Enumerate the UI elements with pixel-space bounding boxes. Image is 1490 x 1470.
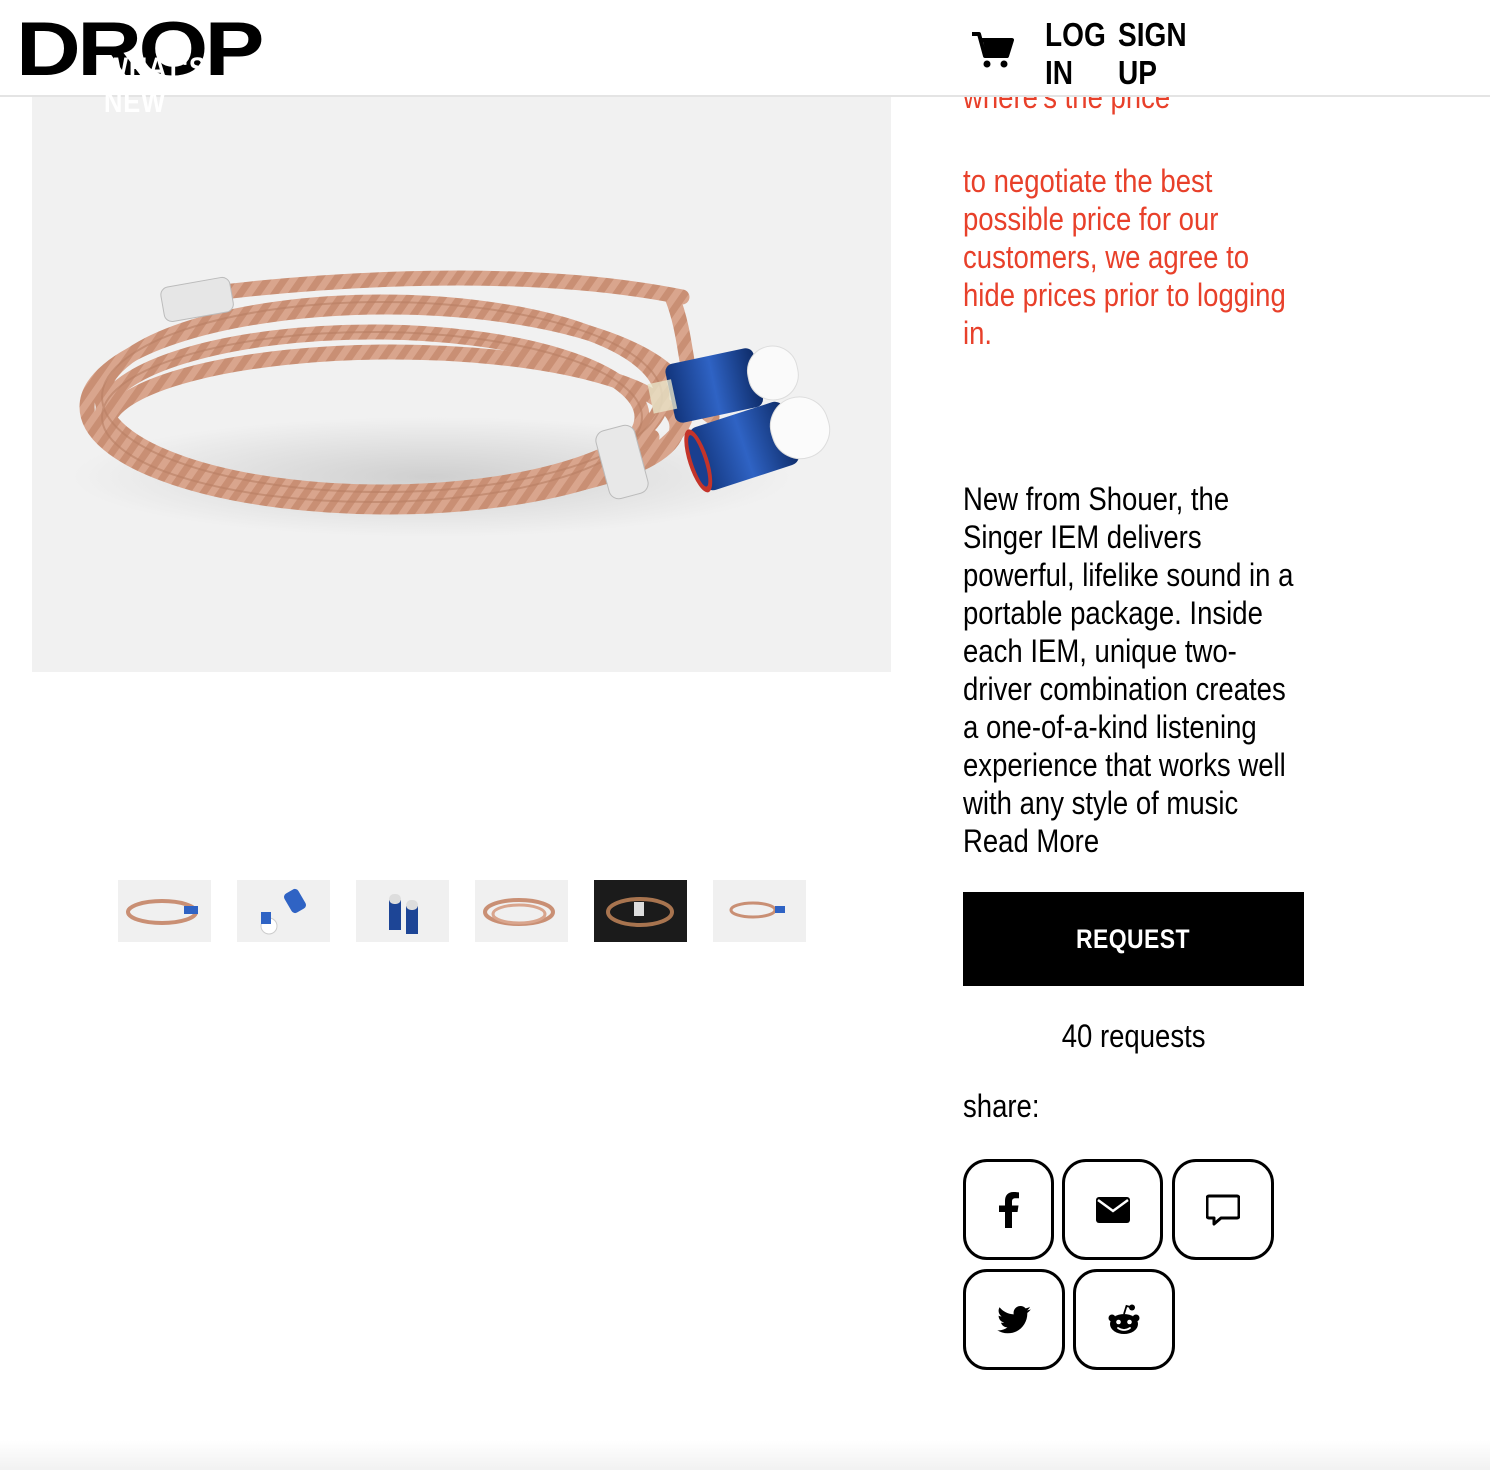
drop-logo[interactable]: DROP WHAT'S NEW [16,10,306,120]
reddit-icon [1108,1304,1140,1334]
product-main-image[interactable] [32,97,891,672]
facebook-icon [998,1191,1019,1228]
thumbnail-3[interactable] [356,880,449,942]
product-illustration [72,270,831,537]
site-header: DROP WHAT'S NEW LOG IN SIGN UP [0,0,1490,120]
twitter-icon [997,1305,1031,1333]
request-button[interactable]: REQUEST [963,892,1304,986]
thumbnail-4[interactable] [475,880,568,942]
product-description: New from Shouer, the Singer IEM delivers… [963,481,1294,859]
signup-link[interactable]: SIGN UP [1118,16,1187,92]
share-email-button[interactable] [1062,1159,1163,1260]
share-message-button[interactable] [1172,1159,1274,1260]
price-message: to negotiate the best possible price for… [963,163,1286,351]
share-twitter-button[interactable] [963,1269,1065,1370]
login-link[interactable]: LOG IN [1045,16,1106,92]
share-label: share: [963,1088,1040,1124]
cart-icon[interactable] [970,30,1014,70]
footer-shadow [0,1440,1490,1470]
thumbnail-5[interactable] [594,880,687,942]
thumbnail-1[interactable] [118,880,211,942]
thumbnail-6[interactable] [713,880,806,942]
mail-icon [1095,1196,1130,1223]
nav-whats-new[interactable]: WHAT'S NEW [104,52,276,120]
share-facebook-button[interactable] [963,1159,1054,1260]
thumbnail-2[interactable] [237,880,330,942]
read-more-link[interactable]: Read More [963,823,1099,859]
thumbnail-strip [118,880,806,942]
share-reddit-button[interactable] [1073,1269,1175,1370]
request-count: 40 requests [1061,1018,1206,1054]
message-icon [1206,1194,1240,1225]
